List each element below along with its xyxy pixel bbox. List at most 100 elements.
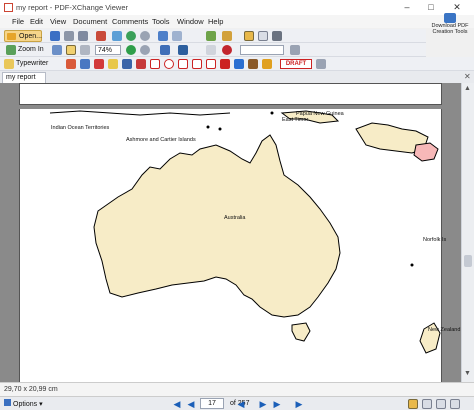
menu-edit[interactable]: Edit [30,17,43,26]
menu-bar: File Edit View Document Comments Tools W… [0,15,474,28]
rotate-icon[interactable] [206,31,216,41]
underline-icon[interactable] [122,59,132,69]
hand-icon[interactable] [52,45,62,55]
download-icon [444,13,456,23]
continuous-icon[interactable] [258,31,268,41]
undo-icon[interactable] [158,31,168,41]
scan-icon[interactable] [112,31,122,41]
stamp-dropdown-icon[interactable] [316,59,326,69]
facing-icon[interactable] [272,31,282,41]
search-input[interactable] [240,45,284,55]
menu-comments[interactable]: Comments [112,17,148,26]
forward-icon[interactable] [140,31,150,41]
single-page-view-icon[interactable] [408,399,418,409]
first-page-icon[interactable]: ◀ [172,399,182,409]
typewriter-icon[interactable] [4,59,14,69]
menu-help[interactable]: Help [208,17,223,26]
options-icon [4,399,11,406]
textbox-icon[interactable] [80,59,90,69]
zoom-out-circle-icon[interactable] [140,45,150,55]
page-size-readout: 29,70 x 20,99 cm [4,386,58,393]
island-dot [206,125,210,129]
label-new-zealand: New Zealand [428,327,461,333]
toolbar-file: Open... [0,29,426,43]
toolbar-comments: Typewriter DRAFT [0,57,474,71]
note-icon[interactable] [66,59,76,69]
polyline-icon[interactable] [192,59,202,69]
document-viewport[interactable]: Indian Ocean Territories Ashmore and Car… [0,83,461,382]
zoom-in-icon[interactable] [6,45,16,55]
strikeout-icon[interactable] [136,59,146,69]
last-page-icon[interactable]: ▶ [272,399,282,409]
next-view-nav-icon[interactable]: ▶ [294,399,304,409]
prev-page-icon[interactable]: ◀ [186,399,196,409]
pencil-icon[interactable] [234,59,244,69]
options-button[interactable]: Options ▾ [4,399,43,408]
menu-file[interactable]: File [12,17,24,26]
zoom-in-circle-icon[interactable] [126,45,136,55]
text-icon[interactable] [206,45,216,55]
next-view-icon[interactable] [178,45,188,55]
folder-icon [7,33,16,40]
cloud-icon[interactable] [206,59,216,69]
facing-continuous-view-icon[interactable] [450,399,460,409]
download-creation-tools-button[interactable]: Download PDF Creation Tools [426,13,474,43]
scroll-thumb[interactable] [464,255,472,267]
stamp-tool-icon[interactable] [262,59,272,69]
document-tab-bar: my report ✕ [0,71,474,83]
line-icon[interactable] [220,59,230,69]
print-icon[interactable] [78,31,88,41]
export-icon[interactable] [96,31,106,41]
snapshot-icon[interactable] [80,45,90,55]
island-dot [270,111,274,115]
label-ashmore-cartier: Ashmore and Cartier Islands [126,137,196,143]
facing-view-icon[interactable] [436,399,446,409]
save-icon[interactable] [50,31,60,41]
email-icon[interactable] [64,31,74,41]
label-norfolk: Norfolk Is [423,237,447,243]
highlighted-region [413,142,439,162]
australia-land [93,134,341,318]
scroll-up-icon[interactable]: ▲ [464,85,471,92]
redo-icon[interactable] [172,31,182,41]
zoom-level-field[interactable]: 74% [95,45,121,55]
menu-view[interactable]: View [50,17,66,26]
vertical-scrollbar[interactable]: ▲ ▼ [461,83,474,382]
page-number-input[interactable]: 17 [200,398,224,409]
next-page-icon[interactable]: ▶ [258,399,268,409]
back-icon[interactable] [126,31,136,41]
scroll-down-icon[interactable]: ▼ [464,370,471,377]
polygon-icon[interactable] [178,59,188,69]
minimize-button[interactable]: – [396,0,418,15]
typewriter-label[interactable]: Typewriter [16,60,48,67]
highlight-icon[interactable] [108,59,118,69]
tab-my-report[interactable]: my report [2,72,46,83]
single-page-icon[interactable] [244,31,254,41]
rectangle-icon[interactable] [150,59,160,69]
status-bar: 29,70 x 20,99 cm [0,382,474,396]
tasmania-land [291,322,311,342]
open-button[interactable]: Open... [4,30,42,42]
download-line-2: Creation Tools [432,29,468,35]
prev-view-nav-icon[interactable]: ◀ [236,399,246,409]
menu-document[interactable]: Document [73,17,107,26]
previous-page [19,83,442,105]
prev-view-icon[interactable] [160,45,170,55]
draft-stamp-selector[interactable]: DRAFT [280,59,312,69]
callout-icon[interactable] [94,59,104,69]
label-east-timor: East Timor [282,117,309,123]
oval-icon[interactable] [164,59,174,69]
link-icon[interactable] [222,45,232,55]
window-title: my report - PDF-XChange Viewer [16,3,128,12]
select-icon[interactable] [66,45,76,55]
title-bar: my report - PDF-XChange Viewer – □ ✕ [0,0,474,15]
menu-tools[interactable]: Tools [152,17,170,26]
search-options-icon[interactable] [290,45,300,55]
continuous-view-icon[interactable] [422,399,432,409]
menu-window[interactable]: Window [177,17,204,26]
zoom-in-label[interactable]: Zoom In [18,46,44,53]
eraser-icon[interactable] [248,59,258,69]
find-icon[interactable] [222,31,232,41]
close-tab-icon[interactable]: ✕ [464,72,471,81]
navigation-bar: Options ▾ ◀ ◀ 17 of 257 ▶ ▶ ◀ ▶ [0,396,474,410]
